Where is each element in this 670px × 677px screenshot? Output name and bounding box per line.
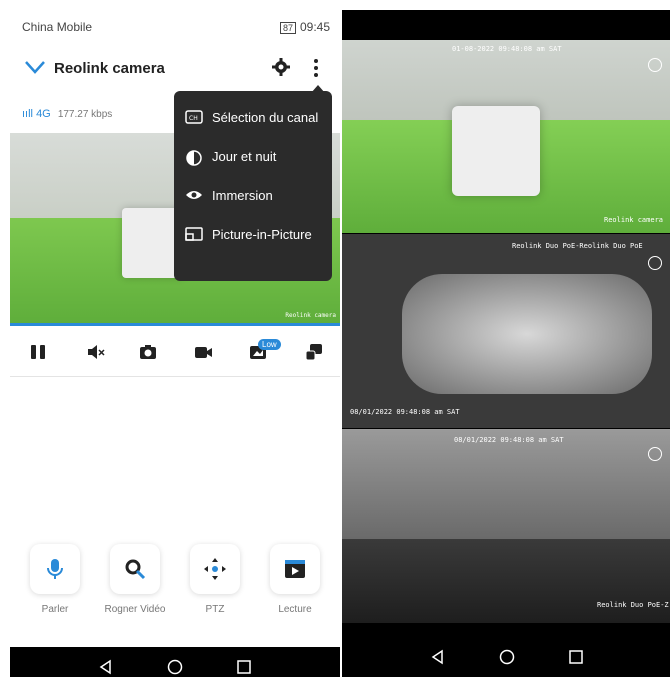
feed-label: Reolink camera	[285, 312, 336, 319]
menu-item-label: Picture-in-Picture	[212, 227, 312, 242]
network-rate: 177.27 kbps	[57, 109, 113, 120]
screen-switch-icon[interactable]	[304, 342, 324, 362]
menu-item-day-night[interactable]: Jour et nuit	[174, 138, 332, 176]
eye-icon	[186, 191, 202, 199]
cam3-wall	[342, 429, 670, 539]
page-title: Reolink camera	[54, 60, 165, 77]
crop-video-label: Rogner Vidéo	[104, 604, 166, 615]
more-options-icon[interactable]	[308, 58, 324, 78]
cam1-object	[452, 106, 540, 196]
options-menu: CH Sélection du canal Jour et nuit Immer…	[174, 91, 332, 281]
system-nav-bar	[342, 637, 670, 677]
camera-view-3[interactable]: 08/01/2022 09:48:08 am SAT Reolink Duo P…	[342, 429, 670, 623]
home-icon[interactable]	[167, 659, 183, 675]
camera-view-2[interactable]: Reolink Duo PoE-Reolink Duo PoE 08/01/20…	[342, 234, 670, 428]
crop-video-button[interactable]	[110, 544, 160, 594]
ptz-icon	[204, 558, 226, 580]
playback-button[interactable]	[270, 544, 320, 594]
cam3-timestamp: 08/01/2022 09:48:08 am SAT	[454, 436, 564, 444]
chevron-down-icon[interactable]	[24, 56, 46, 78]
cam1-label: Reolink camera	[604, 216, 664, 224]
ptz-button[interactable]	[190, 544, 240, 594]
cam3-floor	[342, 539, 670, 623]
quality-low-badge: Low	[258, 339, 281, 350]
menu-item-pip[interactable]: Picture-in-Picture	[174, 216, 332, 254]
gear-icon[interactable]	[272, 58, 290, 76]
signal-icon: ııll	[22, 108, 33, 120]
cam3-label: Reolink Duo PoE-Z	[597, 601, 669, 609]
pip-icon	[185, 227, 203, 241]
pause-icon[interactable]	[28, 342, 48, 362]
talk-button[interactable]	[30, 544, 80, 594]
status-right: 87 09:45	[279, 20, 330, 34]
cam2-label: Reolink Duo PoE-Reolink Duo PoE	[512, 242, 643, 250]
battery-icon: 87	[279, 22, 296, 34]
system-nav-bar	[10, 647, 340, 677]
menu-item-immersion[interactable]: Immersion	[174, 177, 332, 215]
status-bar: China Mobile 87 09:45	[10, 10, 340, 42]
svg-text:CH: CH	[189, 115, 198, 122]
back-icon[interactable]	[430, 649, 446, 665]
progress-bar	[10, 323, 340, 326]
play-icon	[285, 560, 305, 578]
network-type: 4G	[36, 108, 51, 120]
talk-label: Parler	[41, 604, 69, 615]
cam2-timestamp: 08/01/2022 09:48:08 am SAT	[350, 408, 460, 416]
mute-icon[interactable]	[86, 342, 106, 362]
menu-item-channel-select[interactable]: CH Sélection du canal	[174, 99, 332, 137]
back-icon[interactable]	[98, 659, 114, 675]
channel-icon: CH	[185, 110, 203, 124]
menu-item-label: Immersion	[212, 188, 273, 203]
recents-icon[interactable]	[236, 659, 252, 675]
camera-view-1[interactable]: 01-08-2022 09:48:08 am SAT Reolink camer…	[342, 40, 670, 233]
cam2-object	[402, 274, 652, 394]
right-phone-screen: 01-08-2022 09:48:08 am SAT Reolink camer…	[342, 10, 670, 677]
menu-item-label: Sélection du canal	[212, 110, 319, 125]
ptz-label: PTZ	[205, 604, 225, 615]
speaker-mute-icon[interactable]	[648, 256, 662, 270]
recents-icon[interactable]	[568, 649, 584, 665]
camera-snapshot-icon[interactable]	[138, 342, 158, 362]
app-header: Reolink camera	[10, 48, 340, 88]
carrier-name: China Mobile	[22, 20, 93, 34]
menu-item-label: Jour et nuit	[212, 149, 277, 164]
record-video-icon[interactable]	[193, 342, 213, 362]
playback-controls: Low	[10, 330, 340, 377]
day-night-icon	[186, 150, 202, 166]
zoom-icon	[125, 559, 146, 580]
status-time: 09:45	[299, 20, 330, 34]
home-icon[interactable]	[499, 649, 515, 665]
mic-icon	[47, 559, 63, 579]
speaker-mute-icon[interactable]	[648, 58, 662, 72]
playback-label: Lecture	[278, 604, 312, 615]
speaker-mute-icon[interactable]	[648, 447, 662, 461]
cam1-timestamp: 01-08-2022 09:48:08 am SAT	[452, 45, 562, 53]
bottom-actions: Parler Rogner Vidéo PTZ Lecture	[10, 544, 340, 624]
network-status: ııll 4G 177.27 kbps	[22, 108, 112, 120]
